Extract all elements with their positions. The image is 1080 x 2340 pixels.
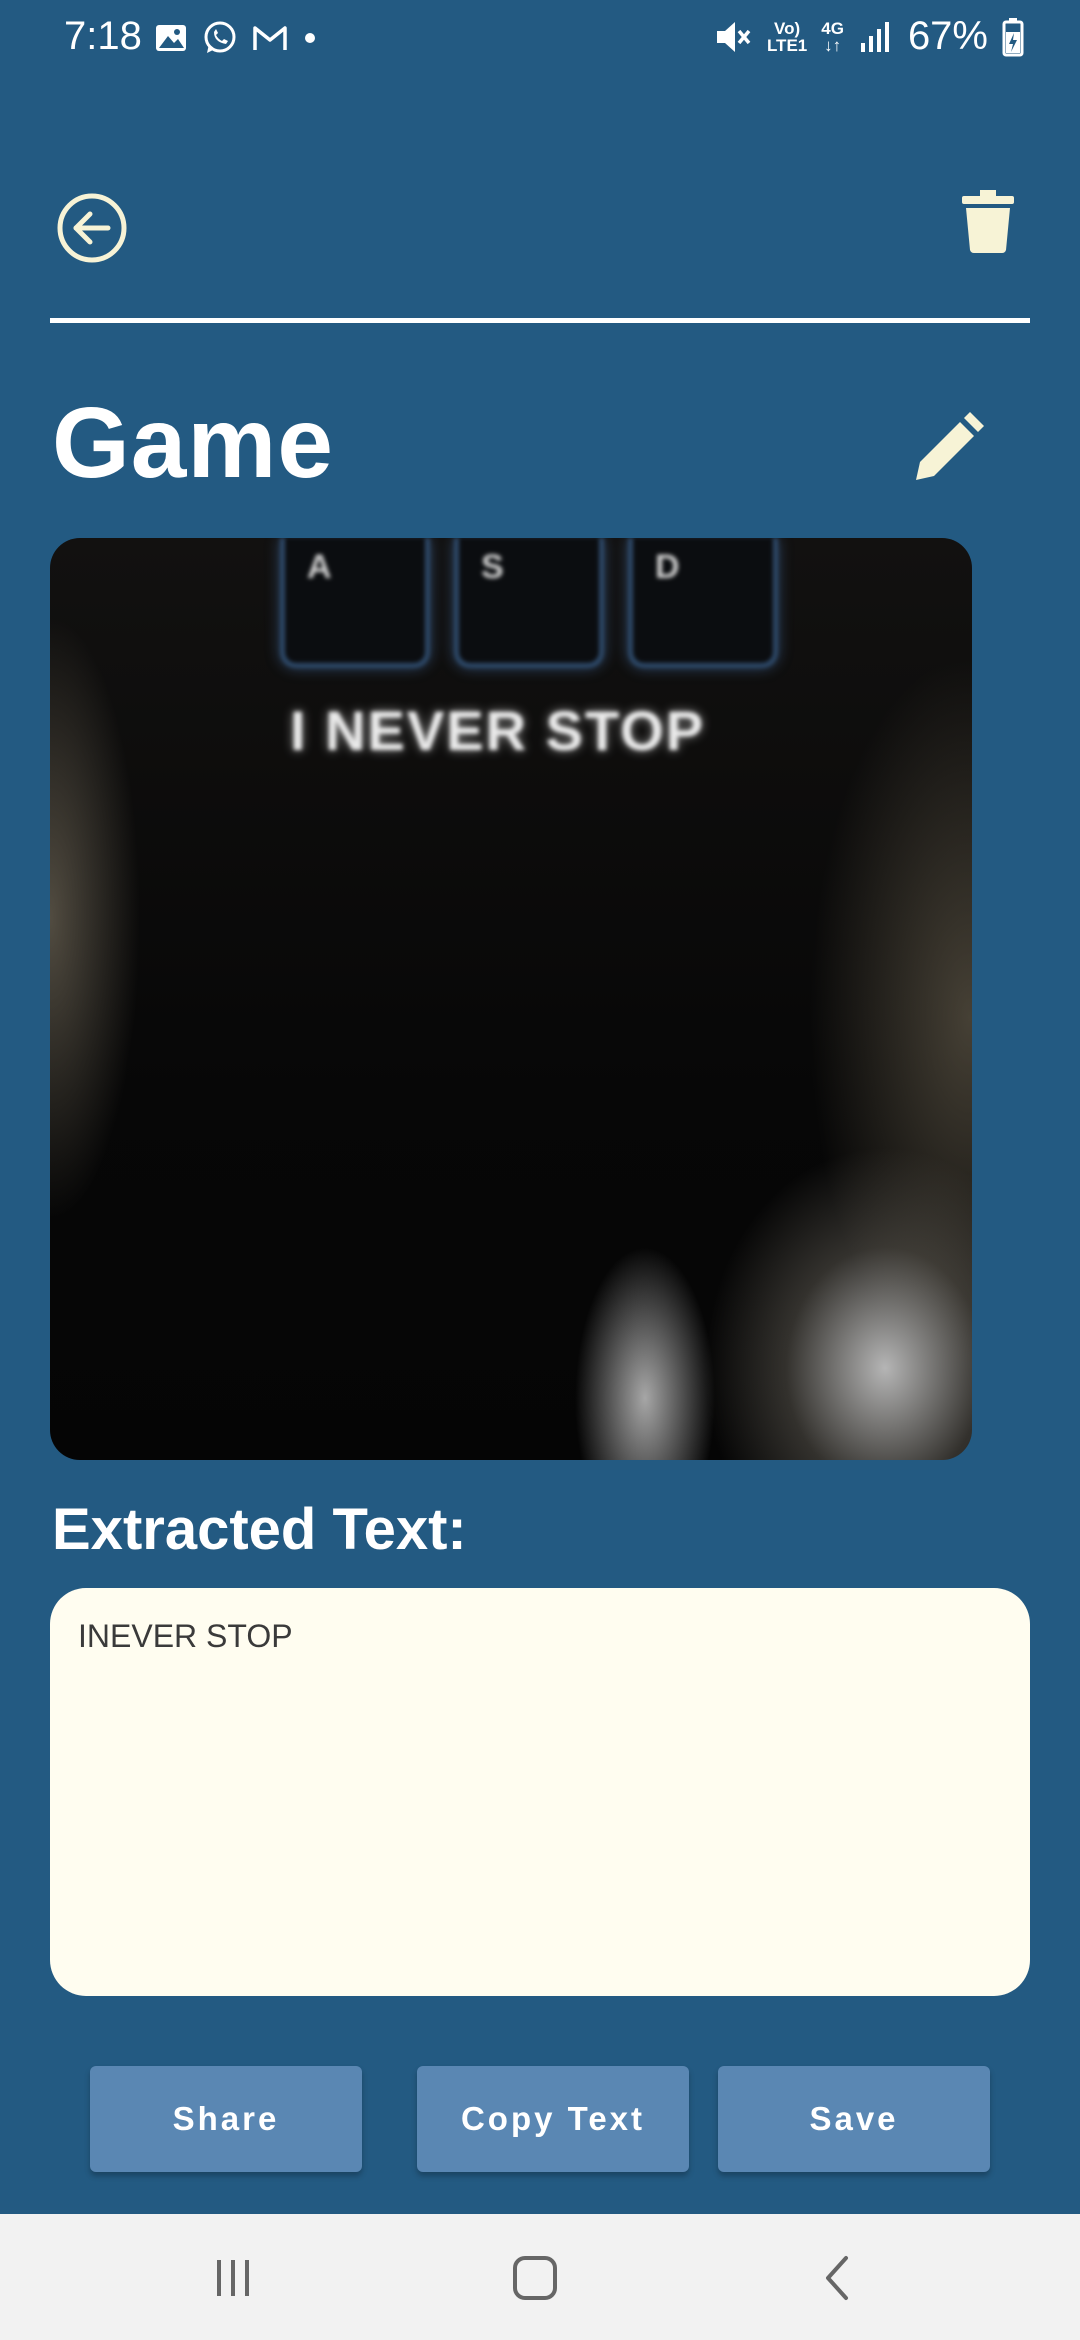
status-bar: 7:18 Vo) LTE1 4G ↓↑ 67% (0, 0, 1080, 84)
battery-percent: 67% (907, 14, 988, 58)
recents-icon (217, 2260, 249, 2296)
trash-icon (962, 190, 1014, 253)
notification-icons (154, 20, 318, 56)
extracted-text-value: INEVER STOP (78, 1618, 293, 1654)
back-button[interactable] (56, 192, 128, 264)
status-time: 7:18 (64, 14, 142, 58)
extracted-text-field[interactable]: INEVER STOP (50, 1588, 1030, 1996)
delete-button[interactable] (960, 188, 1016, 254)
image-caption: I NEVER STOP (290, 699, 706, 762)
image-icon (156, 25, 186, 51)
captured-image: A S D I NEVER STOP (50, 538, 972, 1460)
dot-icon (305, 33, 315, 43)
home-button[interactable] (505, 2252, 565, 2304)
back-icon (826, 2256, 848, 2300)
save-button[interactable]: Save (718, 2066, 990, 2172)
mute-icon (716, 21, 751, 52)
data-arrows-icon: ↓↑ (824, 35, 842, 55)
copy-text-button[interactable]: Copy Text (417, 2066, 689, 2172)
whatsapp-icon (204, 21, 236, 53)
volte-top-label: Vo) (774, 18, 801, 38)
pencil-icon (916, 412, 984, 480)
image-keys: A S D (280, 538, 778, 668)
image-key: D (628, 538, 778, 668)
system-back-button[interactable] (808, 2252, 868, 2304)
battery-icon (1002, 17, 1024, 56)
header-divider (50, 318, 1030, 323)
image-key: A (280, 538, 430, 668)
gmail-icon (253, 26, 287, 50)
volte-bottom-label: LTE1 (766, 35, 808, 55)
volte-indicator: Vo) LTE1 (767, 20, 807, 54)
share-button[interactable]: Share (90, 2066, 362, 2172)
home-icon (513, 2256, 557, 2300)
recents-button[interactable] (203, 2252, 263, 2304)
navigation-bar (0, 2214, 1080, 2340)
extracted-text-label: Extracted Text: (52, 1497, 467, 1562)
signal-icon (860, 21, 889, 52)
image-key: S (454, 538, 604, 668)
back-arrow-circle-icon (57, 193, 127, 263)
network-type: 4G ↓↑ (821, 20, 844, 54)
note-title: Game (52, 387, 334, 499)
network-type-label: 4G (821, 18, 844, 38)
system-icons: Vo) LTE1 4G ↓↑ 67% (713, 14, 1024, 59)
edit-title-button[interactable] (908, 410, 986, 488)
